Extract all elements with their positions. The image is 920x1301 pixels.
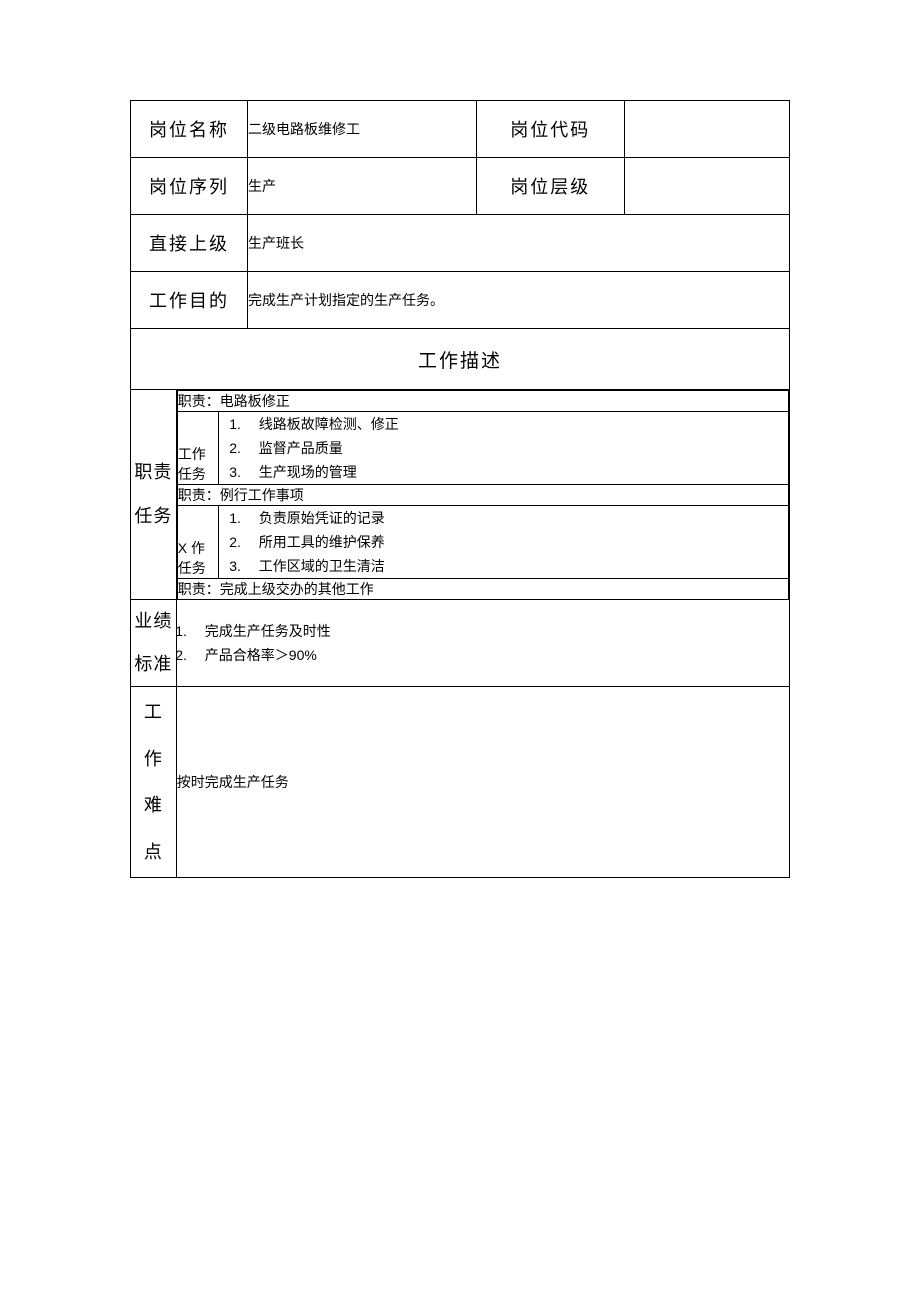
job-description-table: 岗位名称 二级电路板维修工 岗位代码 岗位序列 生产 岗位层级 直接上级 生产班…	[130, 100, 790, 878]
performance-label-line2: 标准	[131, 643, 176, 686]
row-direct-supervisor: 直接上级 生产班长	[131, 215, 790, 272]
row-section-title: 工作描述	[131, 329, 790, 390]
list-item: 线路板故障检测、修正	[245, 412, 788, 436]
duty-items-1: 负责原始凭证的记录 所用工具的维护保养 工作区域的卫生清洁	[218, 506, 788, 579]
position-level-label: 岗位层级	[477, 158, 625, 215]
document-page: 岗位名称 二级电路板维修工 岗位代码 岗位序列 生产 岗位层级 直接上级 生产班…	[0, 0, 920, 1301]
list-item: 监督产品质量	[245, 436, 788, 460]
section-title: 工作描述	[131, 329, 790, 390]
duty-items-0: 线路板故障检测、修正 监督产品质量 生产现场的管理	[218, 412, 788, 485]
duties-label-line2: 任务	[131, 495, 176, 538]
row-difficulty: 工 作 难 点 按时完成生产任务	[131, 687, 790, 878]
duty-title-0: 职责：电路板修正	[177, 391, 788, 412]
duty-task-label-1: X 作任务	[177, 506, 218, 579]
direct-supervisor-value: 生产班长	[248, 215, 790, 272]
list-item: 产品合格率＞90%	[191, 643, 789, 667]
position-name-value: 二级电路板维修工	[248, 101, 477, 158]
position-code-value	[624, 101, 789, 158]
row-performance: 业绩 标准 完成生产任务及时性 产品合格率＞90%	[131, 600, 790, 687]
list-item: 所用工具的维护保养	[245, 530, 788, 554]
duties-inner-table: 职责：电路板修正 工作任务 线路板故障检测、修正 监督产品质量 生产现场的管理 …	[177, 390, 789, 599]
position-series-value: 生产	[248, 158, 477, 215]
work-purpose-label: 工作目的	[131, 272, 248, 329]
performance-label-line1: 业绩	[131, 600, 176, 643]
duties-body: 职责：电路板修正 工作任务 线路板故障检测、修正 监督产品质量 生产现场的管理 …	[176, 390, 789, 600]
row-duties: 职责 任务 职责：电路板修正 工作任务 线路板故障检测、修正 监督产品质量 生产…	[131, 390, 790, 600]
duty-task-label-0: 工作任务	[177, 412, 218, 485]
position-code-label: 岗位代码	[477, 101, 625, 158]
list-item: 完成生产任务及时性	[191, 619, 789, 643]
performance-label: 业绩 标准	[131, 600, 177, 687]
duty-title-2: 职责：完成上级交办的其他工作	[177, 579, 788, 600]
row-position-series: 岗位序列 生产 岗位层级	[131, 158, 790, 215]
row-position-name: 岗位名称 二级电路板维修工 岗位代码	[131, 101, 790, 158]
direct-supervisor-label: 直接上级	[131, 215, 248, 272]
position-series-label: 岗位序列	[131, 158, 248, 215]
position-name-label: 岗位名称	[131, 101, 248, 158]
performance-body: 完成生产任务及时性 产品合格率＞90%	[176, 600, 789, 687]
work-purpose-value: 完成生产计划指定的生产任务。	[248, 272, 790, 329]
difficulty-value: 按时完成生产任务	[176, 687, 789, 878]
difficulty-label: 工 作 难 点	[131, 687, 177, 878]
duties-label: 职责 任务	[131, 390, 177, 600]
list-item: 负责原始凭证的记录	[245, 506, 788, 530]
list-item: 工作区域的卫生清洁	[245, 554, 788, 578]
list-item: 生产现场的管理	[245, 460, 788, 484]
position-level-value	[624, 158, 789, 215]
duties-label-line1: 职责	[131, 451, 176, 494]
row-work-purpose: 工作目的 完成生产计划指定的生产任务。	[131, 272, 790, 329]
duty-title-1: 职责：例行工作事项	[177, 485, 788, 506]
